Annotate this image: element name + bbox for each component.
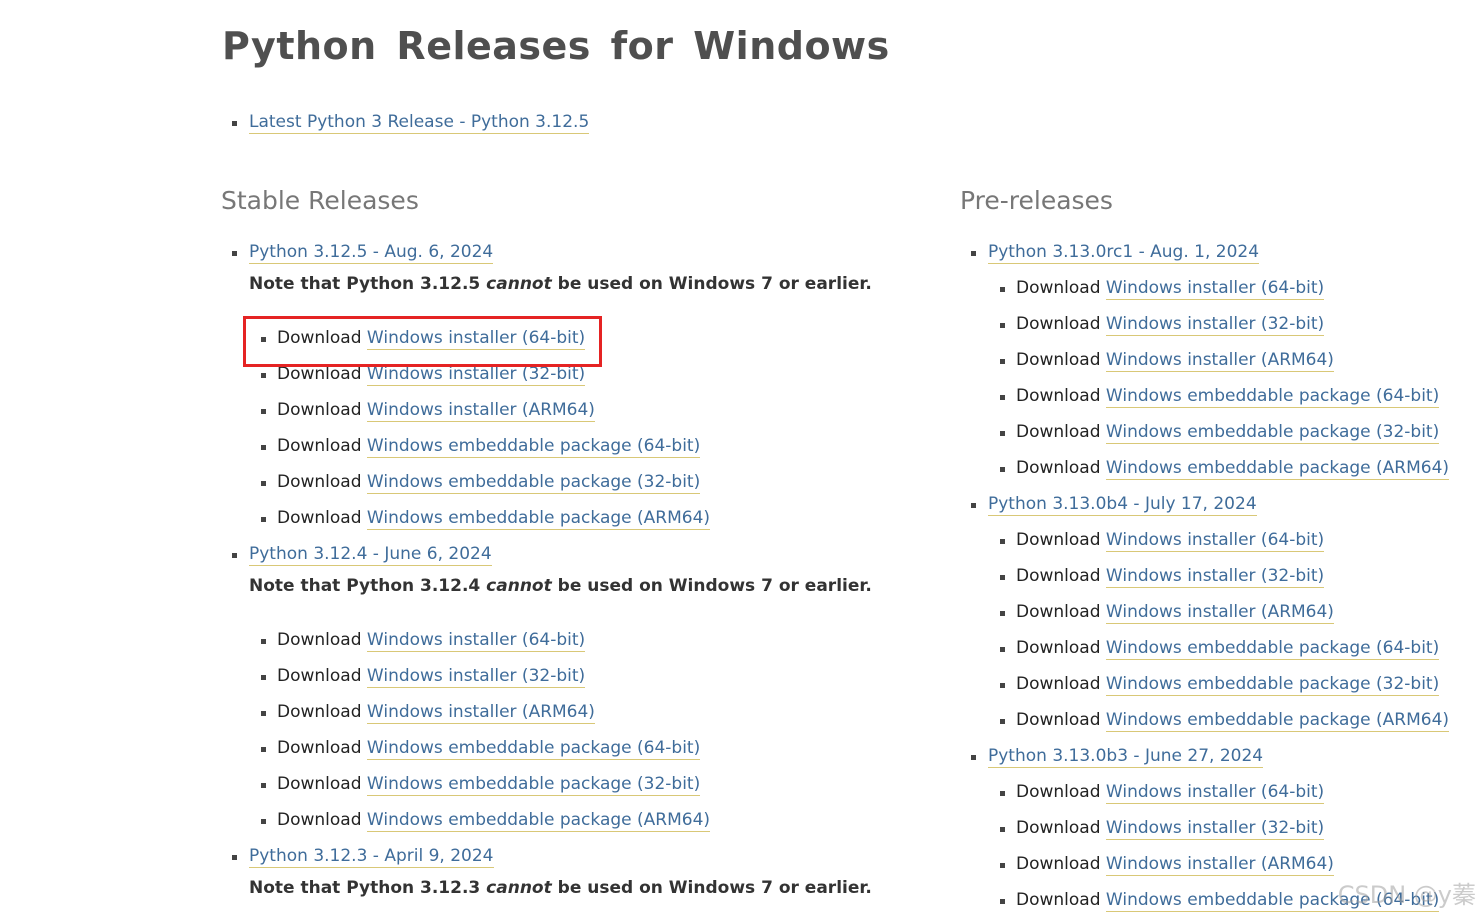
release-item: Python 3.13.0b4 - July 17, 2024 bbox=[970, 486, 1449, 522]
download-item: Download Windows embeddable package (ARM… bbox=[999, 450, 1450, 486]
list-item: Latest Python 3 Release - Python 3.12.5 bbox=[231, 104, 590, 140]
download-link-embeddable-32[interactable]: Windows embeddable package (32-bit) bbox=[366, 472, 701, 494]
download-item: Download Windows embeddable package (64-… bbox=[261, 730, 872, 766]
download-item: Download Windows installer (32-bit) bbox=[999, 810, 1449, 846]
download-link-installer-64[interactable]: Windows installer (64-bit) bbox=[1105, 278, 1325, 300]
pre-releases-list: Python 3.13.0rc1 - Aug. 1, 2024 Download… bbox=[970, 234, 1450, 914]
download-item: Download Windows installer (ARM64) bbox=[999, 594, 1449, 630]
release-details: Note that Python 3.12.4 cannot be used o… bbox=[249, 570, 872, 838]
release-details: Download Windows installer (64-bit) Down… bbox=[988, 522, 1450, 738]
download-link-embeddable-32[interactable]: Windows embeddable package (32-bit) bbox=[1105, 422, 1440, 444]
download-item: Download Windows installer (64-bit) bbox=[999, 774, 1449, 810]
download-list: Download Windows installer (64-bit) Down… bbox=[261, 320, 872, 536]
download-item: Download Windows installer (ARM64) bbox=[261, 392, 872, 428]
download-item: Download Windows embeddable package (64-… bbox=[999, 378, 1449, 414]
download-link-installer-64[interactable]: Windows installer (64-bit) bbox=[366, 630, 586, 652]
download-item: Download Windows installer (64-bit) bbox=[999, 270, 1449, 306]
download-link-embeddable-64[interactable]: Windows embeddable package (64-bit) bbox=[1105, 638, 1440, 660]
latest-release-list: Latest Python 3 Release - Python 3.12.5 bbox=[231, 104, 590, 140]
download-item: Download Windows installer (64-bit) bbox=[261, 320, 872, 356]
release-details: Download Windows installer (64-bit) Down… bbox=[988, 270, 1450, 486]
download-item: Download Windows installer (32-bit) bbox=[261, 356, 872, 392]
release-note: Note that Python 3.12.4 cannot be used o… bbox=[249, 576, 872, 596]
download-item: Download Windows embeddable package (32-… bbox=[261, 766, 872, 802]
release-link-3-12-4[interactable]: Python 3.12.4 - June 6, 2024 bbox=[249, 544, 492, 566]
download-item: Download Windows installer (ARM64) bbox=[261, 694, 872, 730]
page-title: Python Releases for Windows bbox=[222, 24, 890, 68]
download-link-installer-64[interactable]: Windows installer (64-bit) bbox=[1105, 530, 1325, 552]
download-link-installer-32[interactable]: Windows installer (32-bit) bbox=[366, 666, 586, 688]
download-link-installer-arm64[interactable]: Windows installer (ARM64) bbox=[1105, 854, 1334, 876]
release-link-3-13-0b4[interactable]: Python 3.13.0b4 - July 17, 2024 bbox=[988, 494, 1257, 516]
download-item: Download Windows embeddable package (ARM… bbox=[261, 500, 872, 536]
download-link-embeddable-arm64[interactable]: Windows embeddable package (ARM64) bbox=[366, 810, 711, 832]
release-link-3-12-3[interactable]: Python 3.12.3 - April 9, 2024 bbox=[249, 846, 494, 868]
download-link-embeddable-arm64[interactable]: Windows embeddable package (ARM64) bbox=[1105, 458, 1450, 480]
download-item: Download Windows embeddable package (32-… bbox=[261, 464, 872, 500]
download-link-installer-arm64[interactable]: Windows installer (ARM64) bbox=[366, 702, 595, 724]
download-item: Download Windows installer (32-bit) bbox=[999, 558, 1449, 594]
download-item: Download Windows installer (32-bit) bbox=[999, 306, 1449, 342]
stable-releases-list: Python 3.12.5 - Aug. 6, 2024 Note that P… bbox=[232, 234, 872, 904]
release-link-3-13-0rc1[interactable]: Python 3.13.0rc1 - Aug. 1, 2024 bbox=[988, 242, 1260, 264]
latest-release-link[interactable]: Latest Python 3 Release - Python 3.12.5 bbox=[249, 112, 590, 134]
release-item: Python 3.12.4 - June 6, 2024 bbox=[232, 536, 872, 572]
download-link-embeddable-arm64[interactable]: Windows embeddable package (ARM64) bbox=[366, 508, 711, 530]
download-item: Download Windows embeddable package (32-… bbox=[999, 666, 1449, 702]
download-list: Download Windows installer (64-bit) Down… bbox=[999, 270, 1450, 486]
download-item: Download Windows embeddable package (ARM… bbox=[261, 802, 872, 838]
download-link-installer-32[interactable]: Windows installer (32-bit) bbox=[366, 364, 586, 386]
download-link-installer-arm64[interactable]: Windows installer (ARM64) bbox=[1105, 602, 1334, 624]
download-item: Download Windows installer (64-bit) bbox=[261, 622, 872, 658]
release-item: Python 3.12.3 - April 9, 2024 bbox=[232, 838, 872, 874]
release-link-3-12-5[interactable]: Python 3.12.5 - Aug. 6, 2024 bbox=[249, 242, 494, 264]
download-link-installer-32[interactable]: Windows installer (32-bit) bbox=[1105, 314, 1325, 336]
watermark: CSDN @y蓁 bbox=[1337, 881, 1476, 909]
download-link-installer-32[interactable]: Windows installer (32-bit) bbox=[1105, 566, 1325, 588]
download-link-installer-32[interactable]: Windows installer (32-bit) bbox=[1105, 818, 1325, 840]
release-item: Python 3.13.0b3 - June 27, 2024 bbox=[970, 738, 1449, 774]
download-list: Download Windows installer (64-bit) Down… bbox=[999, 522, 1450, 738]
download-link-embeddable-64[interactable]: Windows embeddable package (64-bit) bbox=[366, 738, 701, 760]
release-note: Note that Python 3.12.3 cannot be used o… bbox=[249, 878, 872, 898]
download-link-embeddable-arm64[interactable]: Windows embeddable package (ARM64) bbox=[1105, 710, 1450, 732]
download-list: Download Windows installer (64-bit) Down… bbox=[261, 622, 872, 838]
download-item: Download Windows embeddable package (64-… bbox=[261, 428, 872, 464]
download-link-installer-64[interactable]: Windows installer (64-bit) bbox=[366, 328, 586, 350]
download-item: Download Windows embeddable package (ARM… bbox=[999, 702, 1450, 738]
stable-releases-heading: Stable Releases bbox=[221, 186, 419, 215]
release-details: Note that Python 3.12.3 cannot be used o… bbox=[249, 872, 872, 904]
download-link-installer-arm64[interactable]: Windows installer (ARM64) bbox=[1105, 350, 1334, 372]
download-item: Download Windows embeddable package (32-… bbox=[999, 414, 1449, 450]
download-item: Download Windows installer (ARM64) bbox=[999, 342, 1449, 378]
download-item: Download Windows embeddable package (64-… bbox=[999, 630, 1449, 666]
release-note: Note that Python 3.12.5 cannot be used o… bbox=[249, 274, 872, 294]
download-link-embeddable-32[interactable]: Windows embeddable package (32-bit) bbox=[1105, 674, 1440, 696]
pre-releases-heading: Pre-releases bbox=[960, 186, 1113, 215]
release-link-3-13-0b3[interactable]: Python 3.13.0b3 - June 27, 2024 bbox=[988, 746, 1264, 768]
download-link-installer-arm64[interactable]: Windows installer (ARM64) bbox=[366, 400, 595, 422]
release-item: Python 3.12.5 - Aug. 6, 2024 bbox=[232, 234, 872, 270]
download-item: Download Windows installer (32-bit) bbox=[261, 658, 872, 694]
download-item: Download Windows installer (64-bit) bbox=[999, 522, 1449, 558]
download-link-embeddable-64[interactable]: Windows embeddable package (64-bit) bbox=[366, 436, 701, 458]
download-link-embeddable-64[interactable]: Windows embeddable package (64-bit) bbox=[1105, 386, 1440, 408]
release-item: Python 3.13.0rc1 - Aug. 1, 2024 bbox=[970, 234, 1449, 270]
page: Python Releases for Windows Latest Pytho… bbox=[0, 0, 1482, 914]
release-details: Note that Python 3.12.5 cannot be used o… bbox=[249, 268, 872, 536]
download-link-installer-64[interactable]: Windows installer (64-bit) bbox=[1105, 782, 1325, 804]
download-link-embeddable-32[interactable]: Windows embeddable package (32-bit) bbox=[366, 774, 701, 796]
